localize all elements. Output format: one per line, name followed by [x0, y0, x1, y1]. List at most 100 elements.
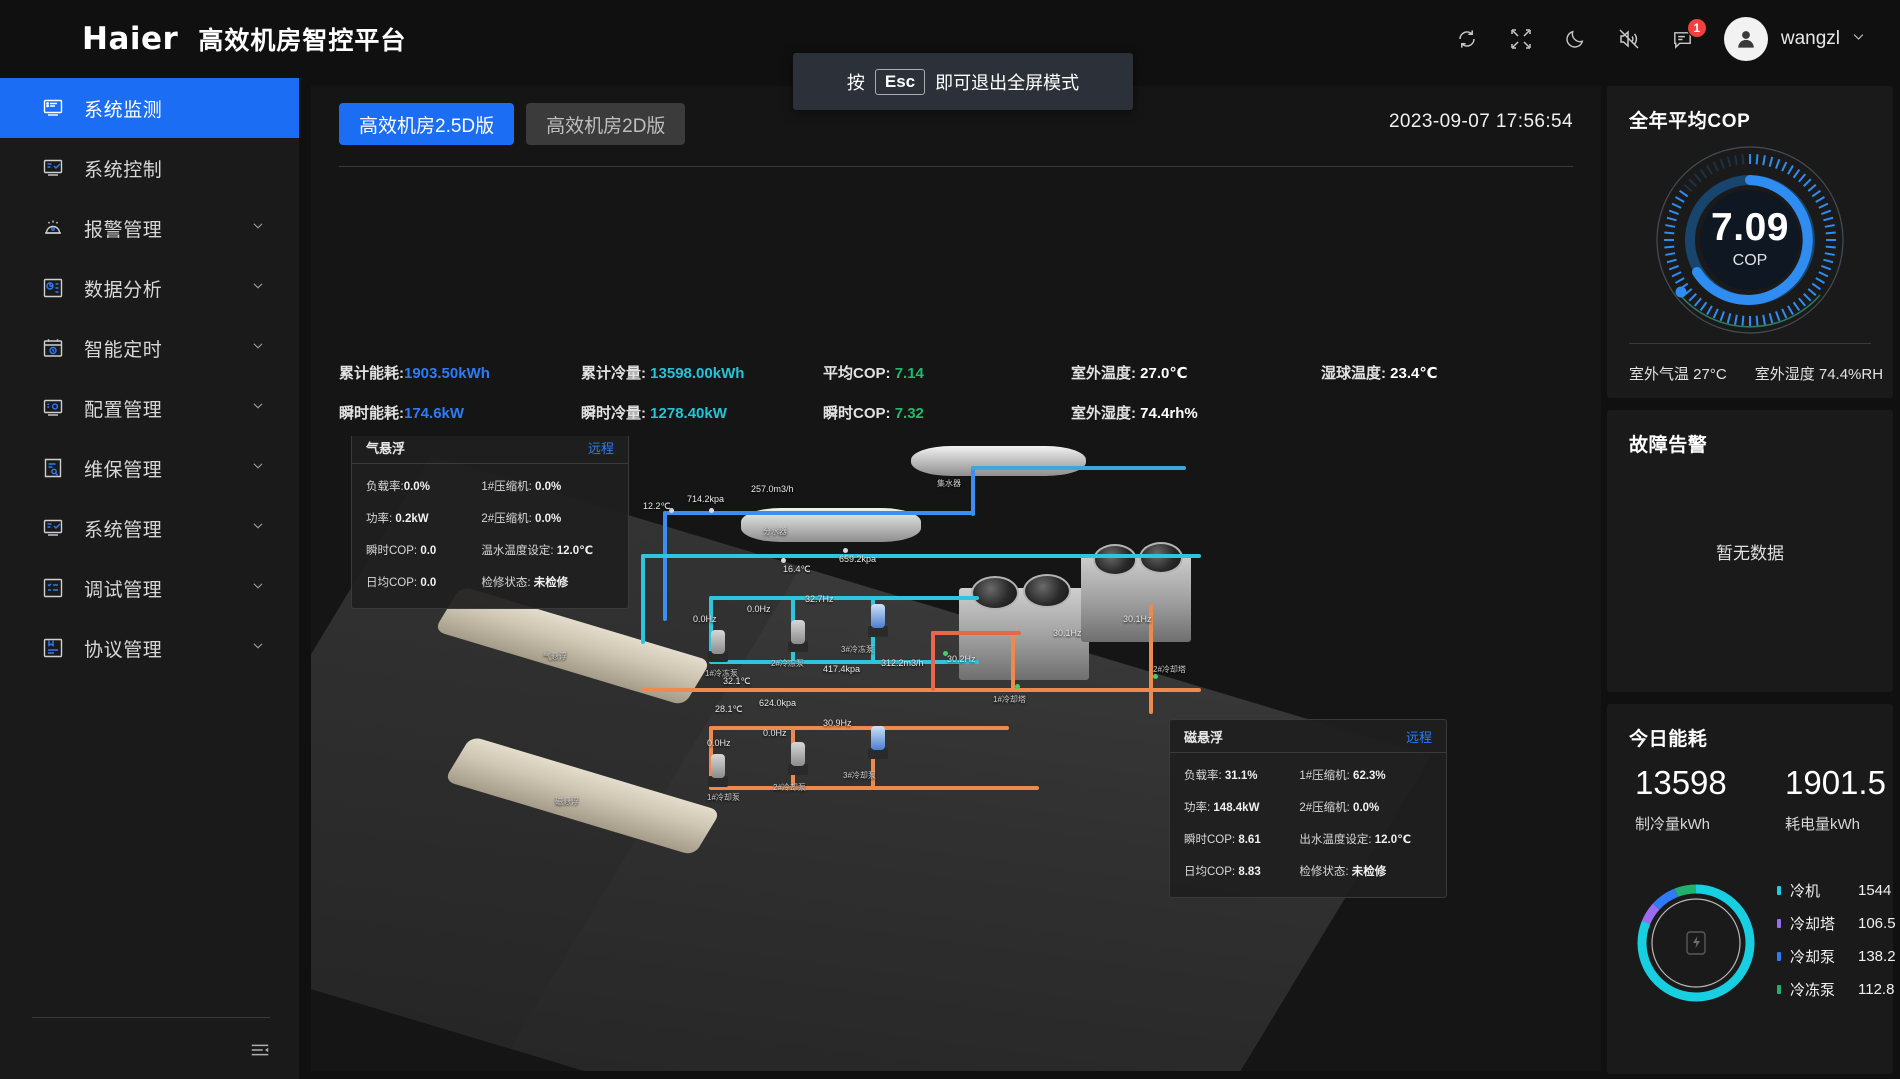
- user-menu[interactable]: wangzl: [1723, 17, 1866, 61]
- scene-reading: 0.0Hz: [747, 604, 771, 614]
- brand-logo: Haier: [82, 21, 179, 57]
- chilled-water-pump-1[interactable]: [711, 630, 725, 654]
- scene-reading: 30.9Hz: [823, 718, 852, 728]
- refresh-icon[interactable]: [1440, 12, 1494, 66]
- sidebar-item-system-control[interactable]: 系统控制: [0, 138, 299, 198]
- legend-label: 冷却塔: [1790, 916, 1836, 933]
- chevron-down-icon: [251, 219, 265, 238]
- collapse-sidebar-icon[interactable]: [247, 1037, 273, 1063]
- metric-group-cooling: 累计冷量: 13598.00kWh 瞬时冷量: 1278.40kW: [581, 366, 744, 421]
- view-tabs: 高效机房2.5D版 高效机房2D版: [339, 103, 686, 145]
- chilled-water-pump-2[interactable]: [791, 620, 805, 644]
- row-label: 温水温度设定:: [481, 545, 554, 557]
- pipe-chilled-header: [709, 596, 979, 600]
- info-row: 功率: 148.4kW: [1184, 793, 1299, 823]
- cooling-stat: 13598 制冷量kWh: [1635, 766, 1753, 834]
- power-stat: 1901.5 耗电量kWh: [1785, 766, 1900, 834]
- card-header: 气悬浮 远程: [352, 436, 628, 464]
- row-value: 31.1%: [1224, 770, 1258, 782]
- tab-2d-view[interactable]: 高效机房2D版: [526, 103, 686, 145]
- scene-reading: 30.1Hz: [1053, 628, 1082, 638]
- alarm-bell-icon: [40, 215, 66, 241]
- legend-value: 112.8: [1858, 981, 1895, 998]
- avatar: [1723, 17, 1768, 61]
- row-label: 瞬时COP:: [366, 545, 418, 557]
- energy-summary: 13598 制冷量kWh 1901.5 耗电量kWh: [1635, 766, 1900, 834]
- cooling-tower-fan-3: [1093, 544, 1137, 576]
- sidebar-item-smart-timer[interactable]: 智能定时: [0, 318, 299, 378]
- scene-reading: 28.1℃: [715, 704, 743, 714]
- scene-reading: 16.4℃: [783, 564, 811, 574]
- sidebar-item-protocol-management[interactable]: 协议管理: [0, 618, 299, 678]
- row-value: 62.3%: [1353, 770, 1386, 782]
- tab-2-5d-view[interactable]: 高效机房2.5D版: [339, 103, 515, 145]
- chiller-info-card-magnetic-bearing[interactable]: 磁悬浮 远程 负载率: 31.1% 1#压缩机: 62.3% 功率: 148.4…: [1169, 719, 1447, 898]
- cooling-water-pump-1[interactable]: [711, 754, 725, 778]
- mute-speaker-icon[interactable]: [1602, 12, 1656, 66]
- equipment-label: 3#冷却泵: [843, 771, 876, 780]
- scene-reading: 714.2kpa: [687, 494, 725, 504]
- card-body: 负载率: 31.1% 1#压缩机: 62.3% 功率: 148.4kW 2#压缩…: [1170, 753, 1446, 897]
- system-check-icon: [40, 515, 66, 541]
- info-row: 日均COP: 8.83: [1184, 857, 1299, 887]
- info-row: 瞬时COP: 8.61: [1184, 825, 1299, 855]
- main-panel: 高效机房2.5D版 高效机房2D版 2023-09-07 17:56:54 累计…: [311, 86, 1601, 1071]
- equipment-label: 1#冷却塔: [993, 695, 1026, 704]
- sidebar-item-maintenance-management[interactable]: 维保管理: [0, 438, 299, 498]
- sidebar-item-system-management[interactable]: 系统管理: [0, 498, 299, 558]
- sidebar-divider: [32, 1017, 270, 1018]
- row-label: 功率:: [366, 513, 393, 525]
- card-divider: [1629, 343, 1871, 344]
- message-icon[interactable]: 1: [1656, 12, 1710, 66]
- sidebar-item-config-management[interactable]: 配置管理: [0, 378, 299, 438]
- metric-value: 13598.00kWh: [650, 365, 745, 382]
- row-label: 2#压缩机:: [1299, 802, 1350, 814]
- scene-reading: 32.7Hz: [805, 594, 834, 604]
- calendar-clock-icon: [40, 335, 66, 361]
- info-row: 检修状态: 未检修: [1299, 857, 1432, 887]
- sidebar-item-debug-management[interactable]: 调试管理: [0, 558, 299, 618]
- dark-mode-moon-icon[interactable]: [1548, 12, 1602, 66]
- equipment-label: 3#冷冻泵: [841, 645, 874, 654]
- username-label: wangzl: [1780, 28, 1840, 49]
- metric-label: 室外温度:: [1071, 365, 1136, 382]
- pipe-condenser-supply: [641, 688, 1201, 692]
- metric-value: 23.4℃: [1390, 365, 1438, 382]
- metric-label: 湿球温度:: [1321, 365, 1386, 382]
- chilled-water-pump-3[interactable]: [871, 604, 885, 628]
- metric-group-outdoor: 室外温度: 27.0℃ 室外湿度: 74.4rh%: [1071, 366, 1198, 421]
- cooling-label: 制冷量kWh: [1635, 816, 1711, 833]
- remote-link[interactable]: 远程: [588, 438, 614, 457]
- esc-key-cap: Esc: [874, 68, 926, 95]
- card-body: 负载率:0.0% 1#压缩机: 0.0% 功率: 0.2kW 2#压缩机: 0.…: [352, 464, 628, 608]
- cooling-water-pump-3[interactable]: [871, 726, 885, 750]
- sidebar-item-system-monitor[interactable]: 系统监测: [0, 78, 299, 138]
- wrench-doc-icon: [40, 455, 66, 481]
- status-node-green: [1015, 684, 1020, 689]
- chiller-info-card-air-bearing[interactable]: 气悬浮 远程 负载率:0.0% 1#压缩机: 0.0% 功率: 0.2kW 2#…: [351, 436, 629, 609]
- legend-label: 冷却泵: [1790, 949, 1836, 966]
- card-title: 全年平均COP: [1629, 111, 1751, 132]
- sidebar-item-data-analysis[interactable]: 数据分析: [0, 258, 299, 318]
- scene-reading: 624.0kpa: [759, 698, 797, 708]
- legend-color-swatch: [1777, 985, 1781, 994]
- row-value: 未检修: [533, 577, 569, 589]
- row-label: 1#压缩机:: [481, 481, 532, 493]
- sidebar-item-label: 维保管理: [84, 459, 163, 481]
- card-title: 磁悬浮: [1184, 729, 1224, 745]
- remote-link[interactable]: 远程: [1406, 727, 1432, 746]
- info-row: 1#压缩机: 0.0%: [481, 472, 614, 502]
- metric-label: 室外湿度:: [1071, 405, 1136, 422]
- equipment-label: 气悬浮: [543, 652, 567, 661]
- cooling-water-pump-2[interactable]: [791, 742, 805, 766]
- scene-reading: 417.4kpa: [823, 664, 861, 674]
- header-divider: [339, 166, 1573, 167]
- metric-group-cop: 平均COP: 7.14 瞬时COP: 7.32: [823, 366, 924, 421]
- sidebar-item-label: 配置管理: [84, 399, 163, 421]
- row-label: 2#压缩机:: [481, 513, 532, 525]
- water-collector-tank[interactable]: [911, 446, 1086, 476]
- exit-fullscreen-icon[interactable]: [1494, 12, 1548, 66]
- plant-room-3d-scene[interactable]: 12.2℃ 714.2kpa 257.0m3/h 分水器 集水器 16.4℃ 6…: [311, 436, 1601, 1071]
- row-label: 日均COP:: [1184, 866, 1236, 878]
- sidebar-item-alarm-management[interactable]: 报警管理: [0, 198, 299, 258]
